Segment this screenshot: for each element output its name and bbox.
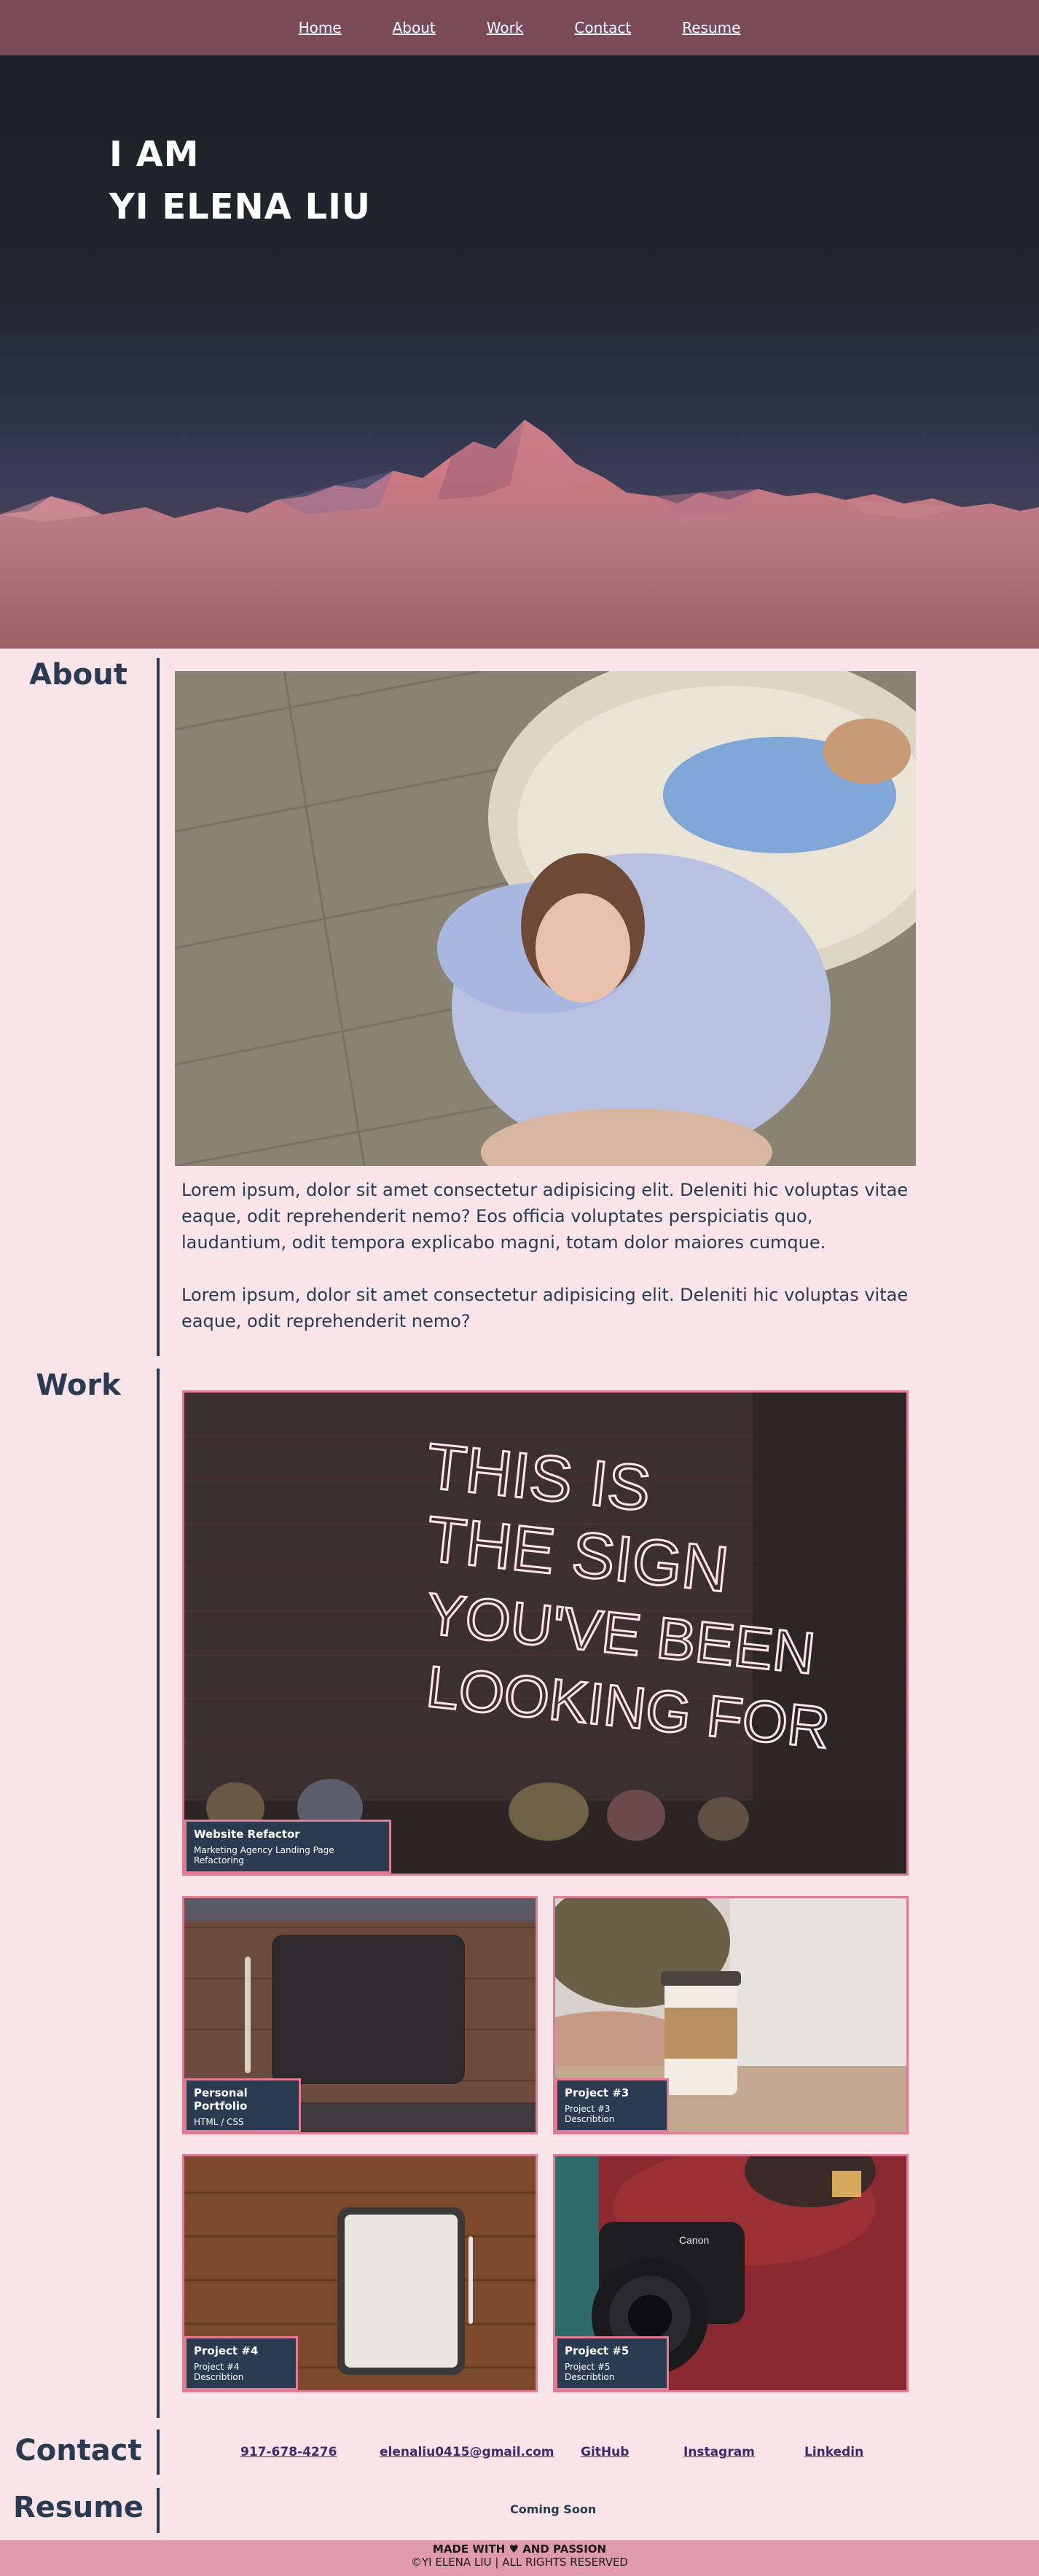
project-caption: Project #5 Project #5 Describtion [555, 2336, 669, 2390]
work-heading: Work [36, 1369, 121, 1402]
project-caption: Website Refactor Marketing Agency Landin… [184, 1820, 391, 1874]
project-card-personal-portfolio[interactable]: Personal Portfolio HTML / CSS [182, 1896, 538, 2134]
project-card-project-3[interactable]: Project #3 Project #3 Describtion [553, 1896, 909, 2134]
nav-link-about[interactable]: About [393, 19, 436, 36]
resume-heading: Resume [12, 2491, 144, 2524]
project-caption: Personal Portfolio HTML / CSS [184, 2078, 301, 2132]
project-card-project-4[interactable]: Project #4 Project #4 Describtion [182, 2154, 538, 2392]
project-card-website-refactor[interactable]: THIS IS THE SIGN YOU'VE BEEN LOOKING FOR… [182, 1390, 909, 1876]
project-description: Project #4 Describtion [194, 2362, 244, 2382]
project-description: Project #3 Describtion [565, 2104, 615, 2124]
contact-linkedin-link[interactable]: Linkedin [804, 2445, 863, 2459]
project-description: Project #5 Describtion [565, 2362, 615, 2382]
hero-title-line2: YI ELENA LIU [109, 187, 371, 227]
camera-brand-text: Canon [679, 2234, 709, 2246]
project-caption: Project #4 Project #4 Describtion [184, 2336, 298, 2390]
footer-copyright: ©YI ELENA LIU | ALL RIGHTS RESERVED [410, 2556, 628, 2569]
about-text: Lorem ipsum, dolor sit amet consectetur … [181, 1177, 917, 1361]
low-poly-mountains-image [0, 420, 1039, 544]
top-nav: Home About Work Contact Resume [0, 0, 1039, 55]
about-heading: About [29, 658, 128, 692]
contact-divider [157, 2430, 160, 2475]
about-divider [157, 658, 160, 1356]
project-title: Project #5 [565, 2344, 630, 2357]
nav-link-contact[interactable]: Contact [574, 19, 631, 36]
nav-link-home[interactable]: Home [299, 19, 342, 36]
about-photo [175, 671, 916, 1166]
project-title: Project #3 [565, 2086, 630, 2099]
project-caption: Project #3 Project #3 Describtion [555, 2078, 669, 2132]
project-title: Project #4 [194, 2344, 259, 2357]
contact-phone-link[interactable]: 917-678-4276 [240, 2445, 337, 2459]
about-photo-image [175, 671, 916, 1166]
about-paragraph-1: Lorem ipsum, dolor sit amet consectetur … [181, 1180, 909, 1253]
contact-instagram-link[interactable]: Instagram [683, 2445, 755, 2459]
work-divider [157, 1369, 160, 2418]
hero-title-line1: I AM [109, 134, 200, 175]
heart-icon: ♥ [509, 2542, 519, 2556]
project-title: Website Refactor [194, 1828, 300, 1841]
hero-banner: I AM YI ELENA LIU [0, 55, 1039, 649]
nav-link-resume[interactable]: Resume [682, 19, 740, 36]
footer-made-with-pre: MADE WITH [432, 2542, 506, 2556]
project-title: Personal Portfolio [194, 2086, 248, 2113]
neon-sign-image: THIS IS THE SIGN YOU'VE BEEN LOOKING FOR [184, 1393, 906, 1874]
contact-heading: Contact [15, 2434, 142, 2467]
footer-made-with-post: AND PASSION [522, 2542, 607, 2556]
footer-made-with: MADE WITH ♥ AND PASSION [0, 2542, 1039, 2556]
nav-link-work[interactable]: Work [487, 19, 524, 36]
hero-title: I AM YI ELENA LIU [109, 128, 371, 233]
about-paragraph-2: Lorem ipsum, dolor sit amet consectetur … [181, 1285, 909, 1331]
project-card-project-5[interactable]: Canon Project #5 Project #5 Describtion [553, 2154, 909, 2392]
resume-status: Coming Soon [510, 2502, 597, 2516]
contact-email-link[interactable]: elenaliu0415@gmail.com [380, 2445, 554, 2459]
footer: MADE WITH ♥ AND PASSION ©YI ELENA LIU | … [0, 2540, 1039, 2576]
resume-divider [157, 2488, 160, 2533]
hero-ground [0, 529, 1039, 649]
contact-github-link[interactable]: GitHub [581, 2445, 629, 2459]
project-description: Marketing Agency Landing Page Refactorin… [194, 1845, 334, 1866]
project-description: HTML / CSS [194, 2117, 244, 2127]
